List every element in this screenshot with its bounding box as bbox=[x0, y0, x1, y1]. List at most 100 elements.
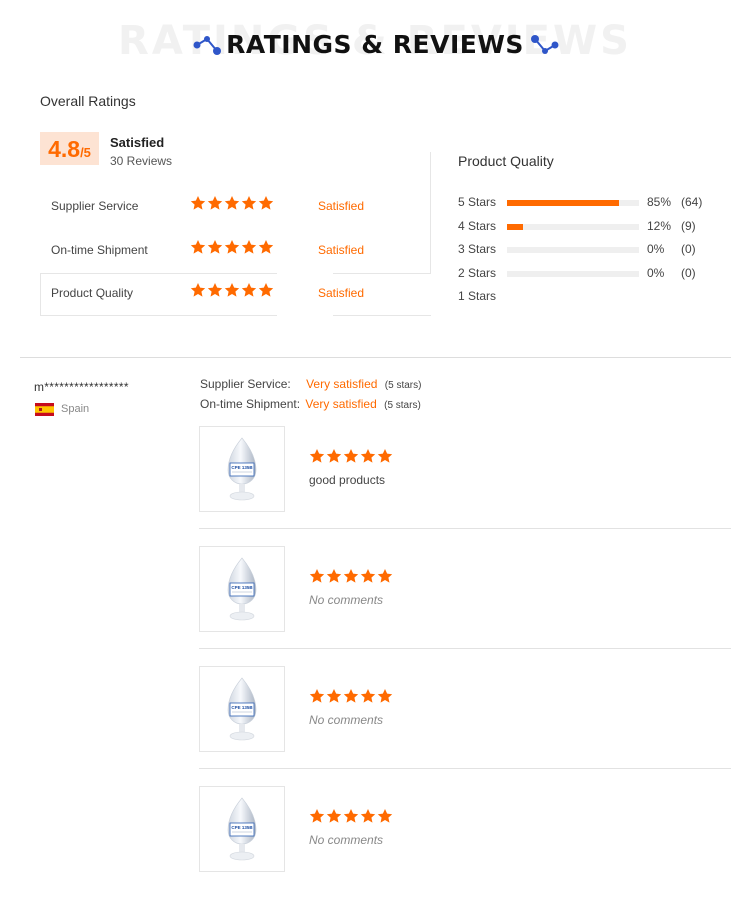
star-rating bbox=[309, 688, 393, 704]
star-icon bbox=[190, 240, 206, 254]
distribution-count: (64) bbox=[681, 195, 703, 209]
distribution-row: 5 Stars 85% (64) bbox=[458, 193, 718, 211]
star-icon bbox=[309, 449, 325, 463]
distribution-percent: 85% bbox=[647, 195, 672, 209]
distribution-bar bbox=[507, 247, 639, 253]
review-comment: No comments bbox=[309, 833, 384, 847]
distribution-label: 4 Stars bbox=[458, 219, 497, 233]
star-icon bbox=[360, 809, 376, 823]
distribution-label: 2 Stars bbox=[458, 266, 497, 280]
rating-row-product-quality[interactable]: Product Quality Satisfied bbox=[40, 273, 431, 316]
star-icon bbox=[241, 196, 257, 210]
star-icon bbox=[224, 196, 240, 210]
star-icon bbox=[309, 809, 325, 823]
shipment-meta: On-time Shipment: Very satisfied (5 star… bbox=[200, 397, 421, 411]
review-item: CPE 135B good products bbox=[199, 426, 731, 546]
product-image: CPE 135B bbox=[227, 797, 257, 861]
spain-flag-icon bbox=[35, 403, 54, 416]
star-icon bbox=[326, 689, 342, 703]
meta-value: Very satisfied bbox=[305, 397, 377, 411]
section-divider bbox=[20, 357, 731, 358]
product-label-text: CPE 135B bbox=[231, 705, 253, 710]
star-icon bbox=[224, 283, 240, 297]
meta-note: (5 stars) bbox=[384, 400, 421, 411]
star-icon bbox=[224, 240, 240, 254]
star-icon bbox=[258, 240, 274, 254]
star-icon bbox=[309, 689, 325, 703]
reviewer-name: m***************** bbox=[34, 380, 129, 394]
star-icon bbox=[207, 283, 223, 297]
star-rating bbox=[190, 282, 274, 298]
review-item: CPE 135B No comments bbox=[199, 666, 731, 786]
product-label-text: CPE 135B bbox=[231, 585, 253, 590]
star-rating bbox=[190, 195, 274, 211]
rating-row-on-time-shipment: On-time Shipment Satisfied bbox=[40, 230, 430, 273]
star-icon bbox=[360, 449, 376, 463]
star-icon bbox=[258, 283, 274, 297]
product-image: CPE 135B bbox=[227, 557, 257, 621]
distribution-percent: 12% bbox=[647, 219, 672, 233]
overall-score-suffix: /5 bbox=[80, 145, 91, 160]
star-icon bbox=[258, 196, 274, 210]
overall-score-badge: 4.8 /5 bbox=[40, 132, 99, 165]
distribution-bar bbox=[507, 224, 639, 230]
rating-name: Product Quality bbox=[51, 286, 134, 300]
review-item: CPE 135B No comments bbox=[199, 786, 731, 906]
star-icon bbox=[241, 240, 257, 254]
distribution-label: 5 Stars bbox=[458, 195, 497, 209]
distribution-count: (0) bbox=[681, 242, 696, 256]
distribution-bar-fill bbox=[507, 200, 620, 206]
star-icon bbox=[207, 196, 223, 210]
review-count: 30 Reviews bbox=[110, 154, 173, 168]
meta-note: (5 stars) bbox=[384, 380, 422, 391]
item-divider bbox=[199, 648, 731, 649]
star-icon bbox=[377, 569, 393, 583]
product-thumbnail[interactable]: CPE 135B bbox=[199, 546, 285, 632]
section-title: RATINGS & REVIEWS bbox=[226, 30, 524, 59]
star-rating bbox=[309, 568, 393, 584]
star-icon bbox=[326, 449, 342, 463]
item-divider bbox=[199, 528, 731, 529]
rating-status: Satisfied bbox=[318, 199, 365, 213]
distribution-row: 2 Stars 0% (0) bbox=[458, 264, 718, 282]
rating-name: On-time Shipment bbox=[51, 243, 148, 257]
star-icon bbox=[377, 689, 393, 703]
star-rating bbox=[190, 239, 274, 255]
overall-score: 4.8 bbox=[48, 136, 81, 162]
product-thumbnail[interactable]: CPE 135B bbox=[199, 666, 285, 752]
star-icon bbox=[377, 809, 393, 823]
review-comment: No comments bbox=[309, 713, 384, 727]
star-icon bbox=[309, 569, 325, 583]
star-rating bbox=[309, 808, 393, 824]
overall-ratings-label: Overall Ratings bbox=[40, 93, 136, 109]
product-thumbnail[interactable]: CPE 135B bbox=[199, 426, 285, 512]
star-icon bbox=[377, 449, 393, 463]
star-icon bbox=[343, 449, 359, 463]
review-comment: No comments bbox=[309, 593, 384, 607]
star-icon bbox=[326, 569, 342, 583]
star-icon bbox=[241, 283, 257, 297]
supplier-service-meta: Supplier Service: Very satisfied (5 star… bbox=[200, 377, 421, 391]
star-icon bbox=[360, 689, 376, 703]
overall-status: Satisfied bbox=[110, 135, 165, 150]
rating-status: Satisfied bbox=[318, 243, 365, 257]
reviewer-country: Spain bbox=[61, 403, 90, 415]
star-icon bbox=[343, 809, 359, 823]
molecule-icon bbox=[531, 35, 559, 54]
star-icon bbox=[207, 240, 223, 254]
product-image: CPE 135B bbox=[227, 437, 257, 501]
product-thumbnail[interactable]: CPE 135B bbox=[199, 786, 285, 872]
star-icon bbox=[360, 569, 376, 583]
distribution-row: 4 Stars 12% (9) bbox=[458, 217, 718, 235]
star-icon bbox=[326, 809, 342, 823]
distribution-label: 3 Stars bbox=[458, 242, 497, 256]
rating-status: Satisfied bbox=[318, 286, 365, 300]
distribution-count: (9) bbox=[681, 219, 696, 233]
distribution-percent: 0% bbox=[647, 266, 665, 280]
distribution-label: 1 Stars bbox=[458, 289, 497, 303]
rating-row-supplier-service: Supplier Service Satisfied bbox=[40, 186, 430, 229]
product-label-text: CPE 135B bbox=[231, 465, 253, 470]
star-icon bbox=[190, 196, 206, 210]
star-rating bbox=[309, 448, 393, 464]
star-icon bbox=[190, 283, 206, 297]
